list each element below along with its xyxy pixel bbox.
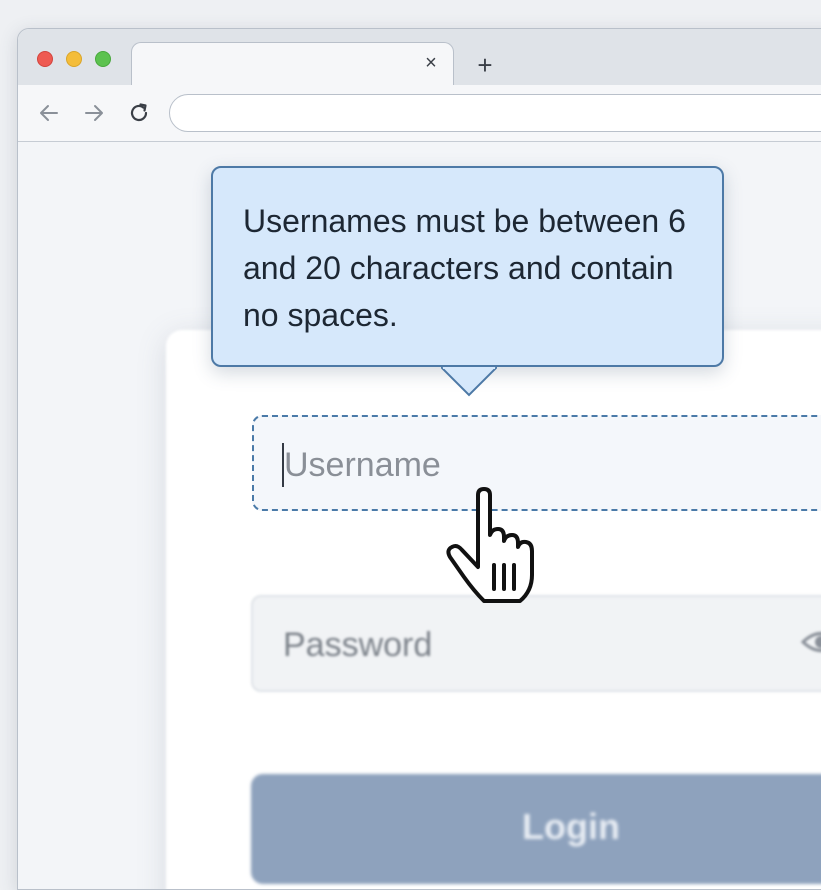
page-viewport: Username Password Login Usernames must b…	[18, 142, 821, 889]
browser-tab[interactable]: ×	[131, 42, 454, 86]
reload-icon[interactable]	[126, 100, 152, 126]
tooltip-text: Usernames must be between 6 and 20 chara…	[243, 203, 686, 333]
title-bar: × +	[18, 29, 821, 86]
tooltip-arrow	[441, 367, 497, 397]
password-placeholder: Password	[283, 626, 433, 664]
address-bar[interactable]	[169, 94, 821, 132]
password-input[interactable]: Password	[251, 595, 821, 692]
arrow-right-icon[interactable]	[81, 100, 107, 126]
browser-toolbar	[18, 85, 821, 142]
close-icon[interactable]: ×	[421, 53, 441, 73]
close-window-button[interactable]	[37, 51, 53, 67]
username-placeholder: Username	[284, 446, 441, 484]
eye-icon[interactable]	[800, 627, 821, 657]
login-button[interactable]: Login	[251, 774, 821, 884]
minimize-window-button[interactable]	[66, 51, 82, 67]
username-tooltip: Usernames must be between 6 and 20 chara…	[211, 166, 724, 397]
hand-pointer-icon	[446, 487, 534, 603]
login-button-label: Login	[522, 806, 620, 847]
maximize-window-button[interactable]	[95, 51, 111, 67]
username-input[interactable]: Username	[252, 415, 821, 511]
arrow-left-icon[interactable]	[36, 100, 62, 126]
browser-window: × + Username Password Login Usernames mu…	[17, 28, 821, 890]
plus-icon[interactable]: +	[473, 52, 497, 78]
